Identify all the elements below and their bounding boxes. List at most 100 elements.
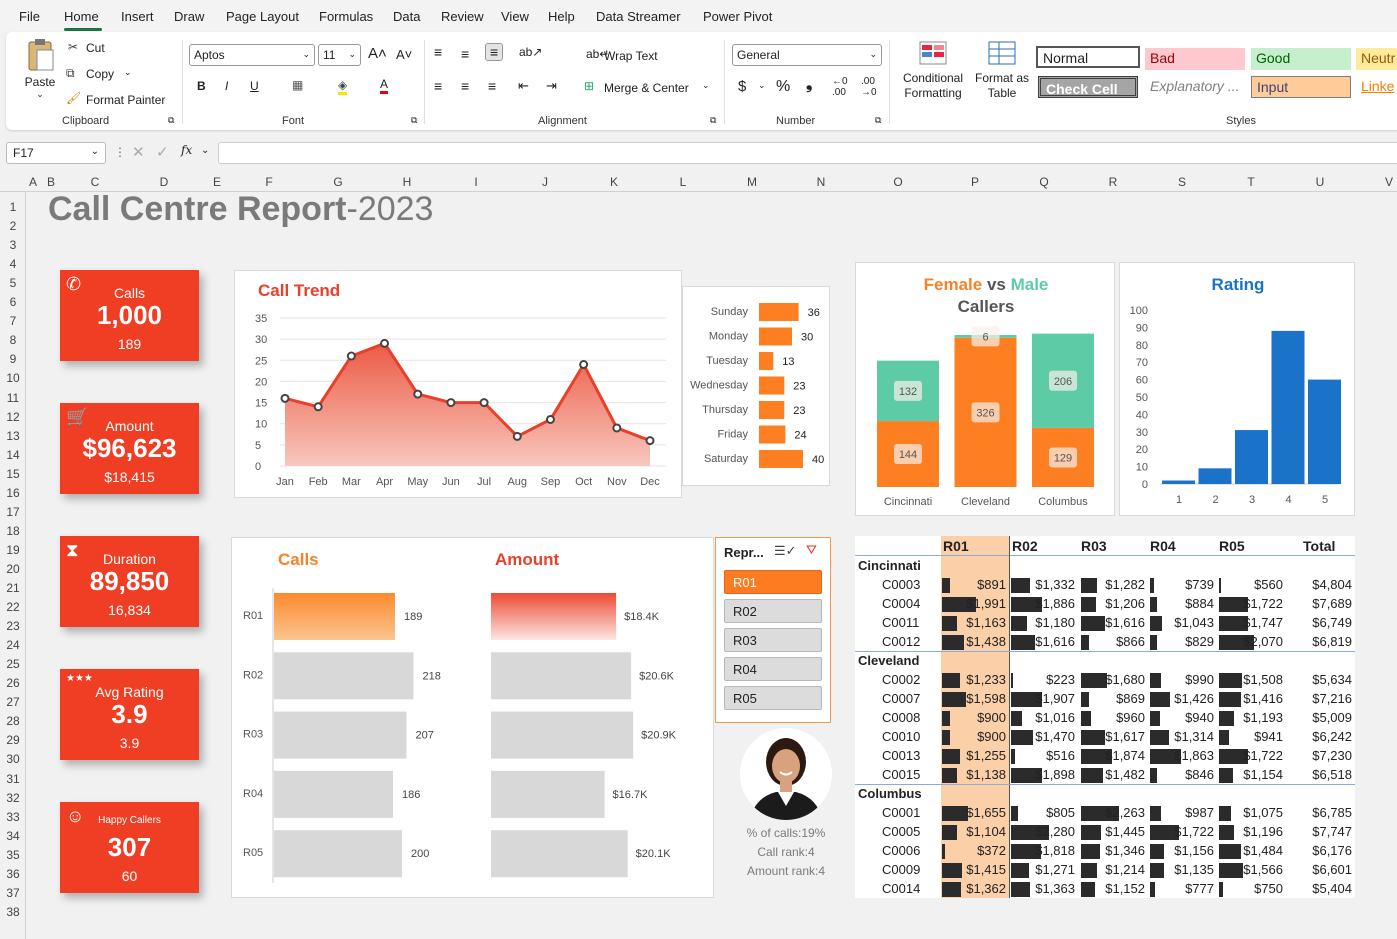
menu-insert[interactable]: Insert [121, 9, 154, 24]
pivot-row-total[interactable]: $6,518 [1285, 767, 1352, 782]
trend-point[interactable] [380, 338, 390, 348]
column-header[interactable]: R [1103, 175, 1123, 189]
row-header[interactable]: 34 [0, 829, 26, 843]
pivot-cell[interactable]: $2,280 [1011, 824, 1075, 839]
pivot-cell[interactable]: $829 [1150, 634, 1214, 649]
style-explanatory[interactable]: Explanatory ... [1145, 76, 1245, 98]
pivot-row-total[interactable]: $5,404 [1285, 881, 1352, 896]
pivot-cell[interactable]: $1,617 [1081, 729, 1145, 744]
font-size-select[interactable]: 11 ⌄ [318, 44, 361, 66]
menu-formulas[interactable]: Formulas [319, 9, 373, 24]
pivot-cell[interactable]: $1,104 [942, 824, 1006, 839]
style-linked-cell[interactable]: Linke [1356, 76, 1397, 98]
pivot-cell[interactable]: $1,484 [1219, 843, 1283, 858]
row-header[interactable]: 28 [0, 714, 26, 728]
pivot-cell[interactable]: $1,680 [1081, 672, 1145, 687]
pivot-row-total[interactable]: $7,216 [1285, 691, 1352, 706]
increase-indent-icon[interactable]: ⇥ [546, 78, 557, 94]
menu-draw[interactable]: Draw [174, 9, 204, 24]
pivot-cell[interactable]: $1,722 [1219, 596, 1283, 611]
pivot-row-id[interactable]: C0001 [882, 805, 920, 820]
pivot-cell[interactable]: $1,470 [1011, 729, 1075, 744]
borders-icon[interactable]: ▦ [292, 78, 303, 92]
trend-point[interactable] [313, 402, 323, 412]
calls-bar[interactable] [274, 830, 402, 878]
row-header[interactable]: 13 [0, 429, 26, 443]
calls-bar[interactable] [274, 652, 414, 700]
weekday-bar[interactable] [759, 352, 774, 370]
style-bad[interactable]: Bad [1145, 48, 1245, 70]
row-header[interactable]: 11 [0, 391, 26, 405]
align-bottom-icon[interactable]: ≡ [485, 43, 504, 61]
amount-bar[interactable] [491, 711, 634, 759]
font-launcher-icon[interactable]: ⧉ [411, 115, 417, 126]
align-center-icon[interactable]: ≡ [461, 78, 469, 94]
conditional-formatting-button[interactable]: Conditional Formatting [898, 40, 968, 101]
merge-center-button[interactable]: Merge & Center [604, 81, 689, 95]
column-header[interactable]: P [965, 175, 985, 189]
row-header[interactable]: 35 [0, 848, 26, 862]
row-header[interactable]: 27 [0, 695, 26, 709]
pivot-cell[interactable]: $900 [942, 710, 1006, 725]
menu-help[interactable]: Help [548, 9, 575, 24]
pivot-cell[interactable]: $516 [1011, 748, 1075, 763]
weekday-bar[interactable] [759, 425, 786, 444]
pivot-group-cleveland[interactable]: Cleveland [858, 653, 919, 668]
wrap-text-button[interactable]: Wrap Text [604, 49, 658, 63]
decrease-indent-icon[interactable]: ⇤ [518, 78, 529, 94]
pivot-cell[interactable]: $1,346 [1081, 843, 1145, 858]
pivot-cell[interactable]: $884 [1150, 596, 1214, 611]
calls-bar[interactable] [274, 593, 395, 640]
align-top-icon[interactable]: ≡ [434, 44, 442, 60]
amount-bar[interactable] [491, 830, 628, 878]
column-header[interactable]: H [397, 175, 417, 189]
pivot-cell[interactable]: $1,415 [942, 862, 1006, 877]
style-check-cell[interactable]: Check Cell [1038, 76, 1138, 98]
increase-decimal-icon[interactable]: ←0.00 [832, 76, 848, 98]
row-header[interactable]: 36 [0, 867, 26, 881]
pivot-cell[interactable]: $1,874 [1081, 748, 1145, 763]
pivot-header-r03[interactable]: R03 [1081, 538, 1107, 554]
style-normal[interactable]: Normal [1036, 46, 1140, 68]
increase-font-icon[interactable]: A˄ [368, 45, 387, 62]
pivot-cell[interactable]: $1,416 [1219, 691, 1283, 706]
pivot-cell[interactable]: $960 [1081, 710, 1145, 725]
pivot-cell[interactable]: $1,154 [1219, 767, 1283, 782]
number-format-select[interactable]: General ⌄ [732, 44, 882, 66]
weekday-bar[interactable] [759, 450, 803, 468]
column-header[interactable]: O [888, 175, 908, 189]
pivot-cell[interactable]: $1,075 [1219, 805, 1283, 820]
pivot-row-id[interactable]: C0007 [882, 691, 920, 706]
representative-slicer[interactable]: Repr... ☰✓ ⛛ R01 R02 R03 R04 R05 [715, 537, 831, 723]
insert-function-icon[interactable]: fx [181, 143, 192, 157]
pivot-row-total[interactable]: $7,689 [1285, 596, 1352, 611]
pivot-cell[interactable]: $869 [1081, 691, 1145, 706]
row-header[interactable]: 24 [0, 638, 26, 652]
merge-center-icon[interactable]: ⊞ [584, 79, 594, 93]
column-header[interactable]: A [23, 175, 43, 189]
trend-point[interactable] [612, 423, 622, 433]
pivot-cell[interactable]: $1,886 [1011, 596, 1075, 611]
column-header[interactable]: F [259, 175, 279, 189]
pivot-cell[interactable]: $1,898 [1011, 767, 1075, 782]
pivot-cell[interactable]: $1,206 [1081, 596, 1145, 611]
pivot-cell[interactable]: $866 [1081, 634, 1145, 649]
pivot-cell[interactable]: $1,043 [1150, 615, 1214, 630]
row-header[interactable]: 32 [0, 791, 26, 805]
formula-input[interactable] [218, 142, 1397, 164]
row-header[interactable]: 12 [0, 410, 26, 424]
pivot-cell[interactable]: $1,196 [1219, 824, 1283, 839]
pivot-cell[interactable]: $1,598 [942, 691, 1006, 706]
pivot-cell[interactable]: $1,156 [1150, 843, 1214, 858]
rating-chart[interactable]: Rating 0 10 20 30 40 50 60 70 80 90 100 1 2 3 4 5 [1119, 262, 1355, 516]
pivot-header-r01[interactable]: R01 [943, 538, 969, 554]
alignment-launcher-icon[interactable]: ⧉ [710, 115, 716, 126]
currency-icon[interactable]: $ [738, 78, 746, 95]
column-header[interactable]: L [673, 175, 693, 189]
pivot-header-r05[interactable]: R05 [1219, 538, 1245, 554]
font-color-icon[interactable]: A [380, 77, 389, 94]
pivot-cell[interactable]: $1,314 [1150, 729, 1214, 744]
pivot-cell[interactable]: $1,566 [1219, 862, 1283, 877]
weekday-bar[interactable] [759, 376, 785, 395]
cut-icon[interactable]: ✂ [68, 40, 78, 54]
